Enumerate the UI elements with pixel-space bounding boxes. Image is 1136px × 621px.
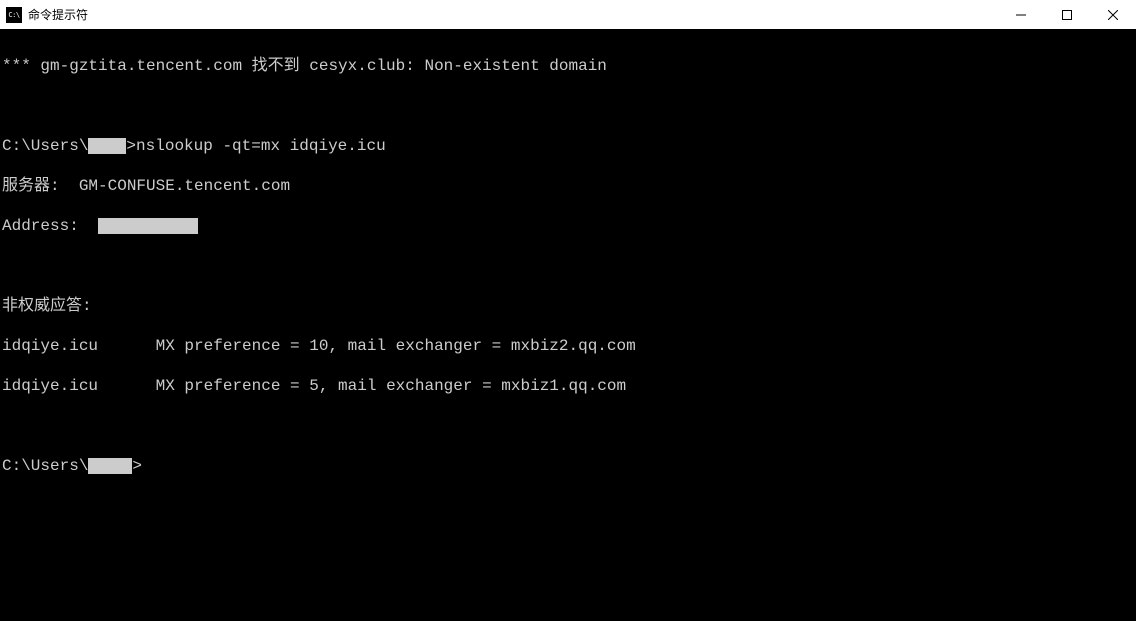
close-icon <box>1108 10 1118 20</box>
blank-line <box>2 96 1136 116</box>
prompt-prefix: C:\Users\ <box>2 137 88 155</box>
cmd-icon-text: C:\ <box>8 11 19 19</box>
mx-record-line: idqiye.icu MX preference = 5, mail excha… <box>2 376 1136 396</box>
blank-line <box>2 256 1136 276</box>
redacted-address <box>98 218 198 234</box>
command-text: nslookup -qt=mx idqiye.icu <box>136 137 386 155</box>
maximize-button[interactable] <box>1044 0 1090 29</box>
server-value: GM-CONFUSE.tencent.com <box>79 177 290 195</box>
cmd-icon: C:\ <box>6 7 22 23</box>
mx-record-line: idqiye.icu MX preference = 10, mail exch… <box>2 336 1136 356</box>
address-line: Address: <box>2 216 1136 236</box>
window-title: 命令提示符 <box>28 6 88 23</box>
close-button[interactable] <box>1090 0 1136 29</box>
titlebar-left: C:\ 命令提示符 <box>0 6 88 23</box>
minimize-icon <box>1016 10 1026 20</box>
server-label: 服务器: <box>2 177 79 195</box>
output-line-error: *** gm-gztita.tencent.com 找不到 cesyx.club… <box>2 56 1136 76</box>
prompt-suffix: > <box>132 457 142 475</box>
titlebar[interactable]: C:\ 命令提示符 <box>0 0 1136 30</box>
server-line: 服务器: GM-CONFUSE.tencent.com <box>2 176 1136 196</box>
prompt-prefix: C:\Users\ <box>2 457 88 475</box>
blank-line <box>2 416 1136 436</box>
prompt-line-1: C:\Users\ >nslookup -qt=mx idqiye.icu <box>2 136 1136 156</box>
address-label: Address: <box>2 217 98 235</box>
redacted-username <box>88 138 126 154</box>
minimize-button[interactable] <box>998 0 1044 29</box>
maximize-icon <box>1062 10 1072 20</box>
window-controls <box>998 0 1136 29</box>
cmd-window: C:\ 命令提示符 *** gm-gztita.tencent.com 找不到 … <box>0 0 1136 621</box>
redacted-username <box>88 458 132 474</box>
terminal-area[interactable]: *** gm-gztita.tencent.com 找不到 cesyx.club… <box>0 30 1136 621</box>
prompt-line-2: C:\Users\ > <box>2 456 1136 476</box>
nonauth-line: 非权威应答: <box>2 296 1136 316</box>
prompt-suffix: > <box>126 137 136 155</box>
